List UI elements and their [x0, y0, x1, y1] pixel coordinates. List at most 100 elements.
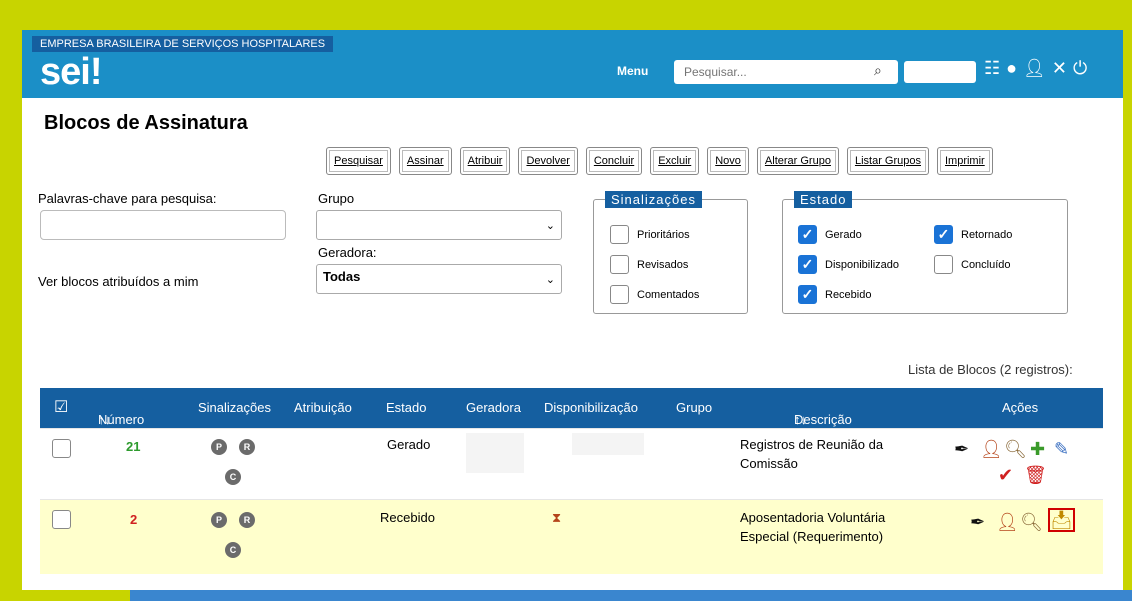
page-title: Blocos de Assinatura: [44, 112, 248, 134]
generator-label: Geradora:: [318, 245, 377, 260]
make-available-icon[interactable]: ✚: [1030, 439, 1045, 459]
excluir-button[interactable]: Excluir: [650, 147, 700, 175]
info-icon[interactable]: ●: [1006, 58, 1017, 79]
listar-grupos-button[interactable]: Listar Grupos: [846, 147, 929, 175]
col-sinalizacoes: Sinalizações: [198, 400, 271, 415]
alterar-grupo-button[interactable]: Alterar Grupo: [756, 147, 839, 175]
col-estado: Estado: [386, 400, 427, 415]
comentados-checkbox[interactable]: Comentados: [610, 285, 699, 304]
atribuir-button[interactable]: Atribuir: [459, 147, 511, 175]
flag-comentado-icon[interactable]: C: [225, 469, 241, 485]
row-descricao-line2: Comissão: [740, 456, 798, 471]
geradora-cell: [466, 433, 524, 473]
table-row: 21 P R C Gerado Registros de Reunião da …: [40, 428, 1103, 499]
top-bar: EMPRESA BRASILEIRA DE SERVIÇOS HOSPITALA…: [22, 30, 1123, 98]
complete-check-icon[interactable]: ✔: [998, 465, 1013, 485]
checkbox-label: Recebido: [825, 288, 872, 301]
receive-return-icon[interactable]: 📥︎: [1048, 508, 1075, 532]
row-numero[interactable]: 21: [126, 439, 140, 454]
disponibilizacao-cell: [572, 433, 644, 455]
select-all-icon[interactable]: ☑: [54, 397, 68, 417]
sort-icon[interactable]: ↑↓: [794, 412, 807, 427]
list-icon[interactable]: ☷: [984, 58, 1000, 79]
chevron-down-icon: ⌄: [545, 274, 555, 286]
sign-pen-icon[interactable]: ✒: [954, 439, 969, 459]
checkmark-icon[interactable]: ✓: [798, 255, 817, 274]
devolver-button[interactable]: Devolver: [518, 147, 578, 175]
row-checkbox[interactable]: [52, 439, 71, 458]
sinalizacoes-legend: Sinalizações: [605, 191, 702, 208]
prioritarios-checkbox[interactable]: Prioritários: [610, 225, 690, 244]
keywords-label: Palavras-chave para pesquisa:: [38, 191, 217, 206]
blocks-table: ☑ Número ↑↓ Sinalizações Atribuição Esta…: [40, 388, 1103, 574]
unit-selector[interactable]: [904, 61, 976, 83]
row-estado: Recebido: [380, 510, 435, 525]
checkbox-label: Comentados: [637, 288, 700, 301]
flag-prioritario-icon[interactable]: P: [211, 512, 227, 528]
col-grupo: Grupo: [676, 400, 713, 415]
user-icon[interactable]: 👤︎: [1023, 58, 1046, 79]
checkbox-box[interactable]: [610, 285, 629, 304]
estado-legend: Estado: [794, 191, 853, 208]
checkbox-box[interactable]: [610, 225, 629, 244]
concluido-checkbox[interactable]: Concluído: [934, 255, 1011, 274]
group-select[interactable]: ⌄: [316, 210, 562, 240]
sign-pen-icon[interactable]: ✒: [970, 512, 985, 532]
assign-user-icon[interactable]: 👤︎: [996, 512, 1019, 532]
generator-select-value: Todas: [323, 269, 361, 284]
revisados-checkbox[interactable]: Revisados: [610, 255, 688, 274]
checkbox-box[interactable]: [934, 255, 953, 274]
menu-button[interactable]: Menu: [617, 64, 648, 78]
table-header: ☑ Número ↑↓ Sinalizações Atribuição Esta…: [40, 388, 1103, 428]
pesquisar-button[interactable]: Pesquisar: [326, 147, 391, 175]
checkbox-label: Revisados: [637, 258, 689, 271]
keywords-input[interactable]: [40, 210, 286, 240]
checkbox-label: Concluído: [961, 258, 1011, 271]
col-atribuicao: Atribuição: [294, 400, 352, 415]
list-caption: Lista de Blocos (2 registros):: [908, 362, 1073, 377]
checkmark-icon[interactable]: ✓: [934, 225, 953, 244]
checkmark-icon[interactable]: ✓: [798, 285, 817, 304]
checkmark-icon[interactable]: ✓: [798, 225, 817, 244]
col-acoes: Ações: [1002, 400, 1039, 415]
flag-revisado-icon[interactable]: R: [239, 512, 255, 528]
edit-block-icon[interactable]: ✎: [1054, 439, 1069, 459]
header-icons: ☷ ● 👤︎ ✕ ⏻: [984, 58, 1087, 79]
checkbox-label: Retornado: [961, 228, 1013, 241]
retornado-checkbox[interactable]: ✓ Retornado: [934, 225, 1012, 244]
view-documents-icon[interactable]: 🔍︎: [1004, 439, 1027, 459]
flag-comentado-icon[interactable]: C: [225, 542, 241, 558]
checkbox-box[interactable]: [610, 255, 629, 274]
view-documents-icon[interactable]: 🔍︎: [1020, 512, 1043, 532]
left-border: [0, 30, 22, 601]
row-estado: Gerado: [387, 437, 431, 452]
flag-revisado-icon[interactable]: R: [239, 439, 255, 455]
assinar-button[interactable]: Assinar: [398, 147, 452, 175]
power-icon[interactable]: ⏻: [1073, 58, 1087, 79]
concluir-button[interactable]: Concluir: [585, 147, 643, 175]
checkbox-label: Prioritários: [637, 228, 690, 241]
assigned-to-me-label[interactable]: Ver blocos atribuídos a mim: [38, 274, 198, 289]
gerado-checkbox[interactable]: ✓ Gerado: [798, 225, 862, 244]
row-checkbox[interactable]: [52, 510, 71, 529]
row-numero[interactable]: 2: [130, 512, 137, 527]
assign-user-icon[interactable]: 👤︎: [980, 439, 1003, 459]
group-label: Grupo: [318, 191, 355, 206]
search-icon[interactable]: ⌕: [874, 62, 882, 79]
novo-button[interactable]: Novo: [707, 147, 749, 175]
imprimir-button[interactable]: Imprimir: [936, 147, 993, 175]
search-input[interactable]: [674, 60, 898, 84]
col-geradora: Geradora: [466, 400, 521, 415]
org-name: EMPRESA BRASILEIRA DE SERVIÇOS HOSPITALA…: [32, 36, 334, 52]
disponibilizado-checkbox[interactable]: ✓ Disponibilizado: [798, 255, 899, 274]
generator-select[interactable]: Todas ⌄: [316, 264, 562, 294]
flag-prioritario-icon[interactable]: P: [211, 439, 227, 455]
delete-trash-icon[interactable]: 🗑︎: [1024, 465, 1047, 485]
tools-icon[interactable]: ✕: [1052, 58, 1067, 79]
checkbox-label: Gerado: [825, 228, 862, 241]
row-descricao-line1: Aposentadoria Voluntária: [740, 510, 886, 525]
sort-icon[interactable]: ↑↓: [98, 412, 111, 427]
sei-logo[interactable]: sei!: [40, 52, 102, 92]
col-disponibilizacao: Disponibilização: [544, 400, 638, 415]
recebido-checkbox[interactable]: ✓ Recebido: [798, 285, 871, 304]
